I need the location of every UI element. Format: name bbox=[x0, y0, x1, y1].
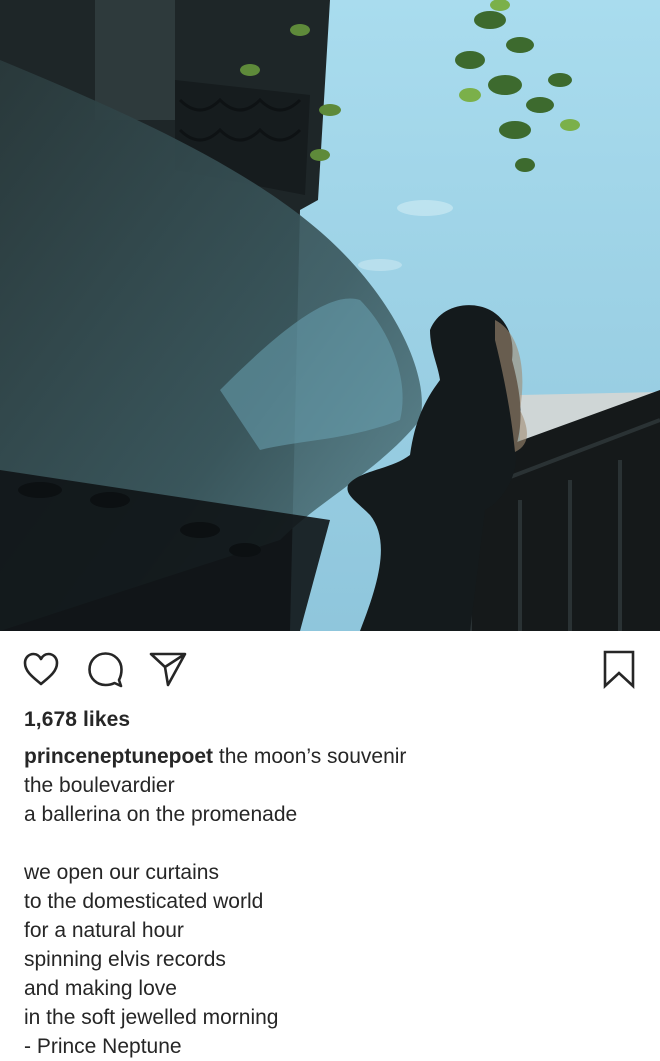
caption-line: and making love bbox=[24, 977, 177, 1000]
post-photo-illustration bbox=[0, 0, 660, 631]
caption-stanza-break bbox=[24, 829, 644, 858]
like-button[interactable] bbox=[21, 649, 61, 689]
caption-first-line: princeneptunepoet the moon’s souvenir bbox=[24, 742, 644, 771]
caption-line: for a natural hour bbox=[24, 919, 184, 942]
caption-line: to the domesticated world bbox=[24, 890, 264, 913]
comment-button[interactable] bbox=[85, 649, 125, 689]
post-photo[interactable] bbox=[0, 0, 660, 631]
post-caption: princeneptunepoet the moon’s souvenir th… bbox=[24, 742, 644, 1061]
save-button[interactable] bbox=[599, 649, 639, 689]
likes-count[interactable]: 1,678 likes bbox=[24, 708, 130, 732]
caption-text: the moon’s souvenir bbox=[218, 745, 407, 768]
caption-signature: - Prince Neptune bbox=[24, 1035, 182, 1058]
share-icon bbox=[149, 652, 187, 687]
heart-icon bbox=[23, 652, 59, 686]
caption-line: in the soft jewelled morning bbox=[24, 1006, 279, 1029]
action-bar bbox=[0, 631, 660, 709]
caption-line: we open our curtains bbox=[24, 861, 219, 884]
bookmark-icon bbox=[603, 650, 635, 689]
caption-line: a ballerina on the promenade bbox=[24, 803, 298, 826]
caption-line: the boulevardier bbox=[24, 774, 175, 797]
caption-line: spinning elvis records bbox=[24, 948, 226, 971]
username-link[interactable]: princeneptunepoet bbox=[24, 745, 213, 768]
comment-icon bbox=[88, 652, 123, 688]
share-button[interactable] bbox=[148, 649, 188, 689]
